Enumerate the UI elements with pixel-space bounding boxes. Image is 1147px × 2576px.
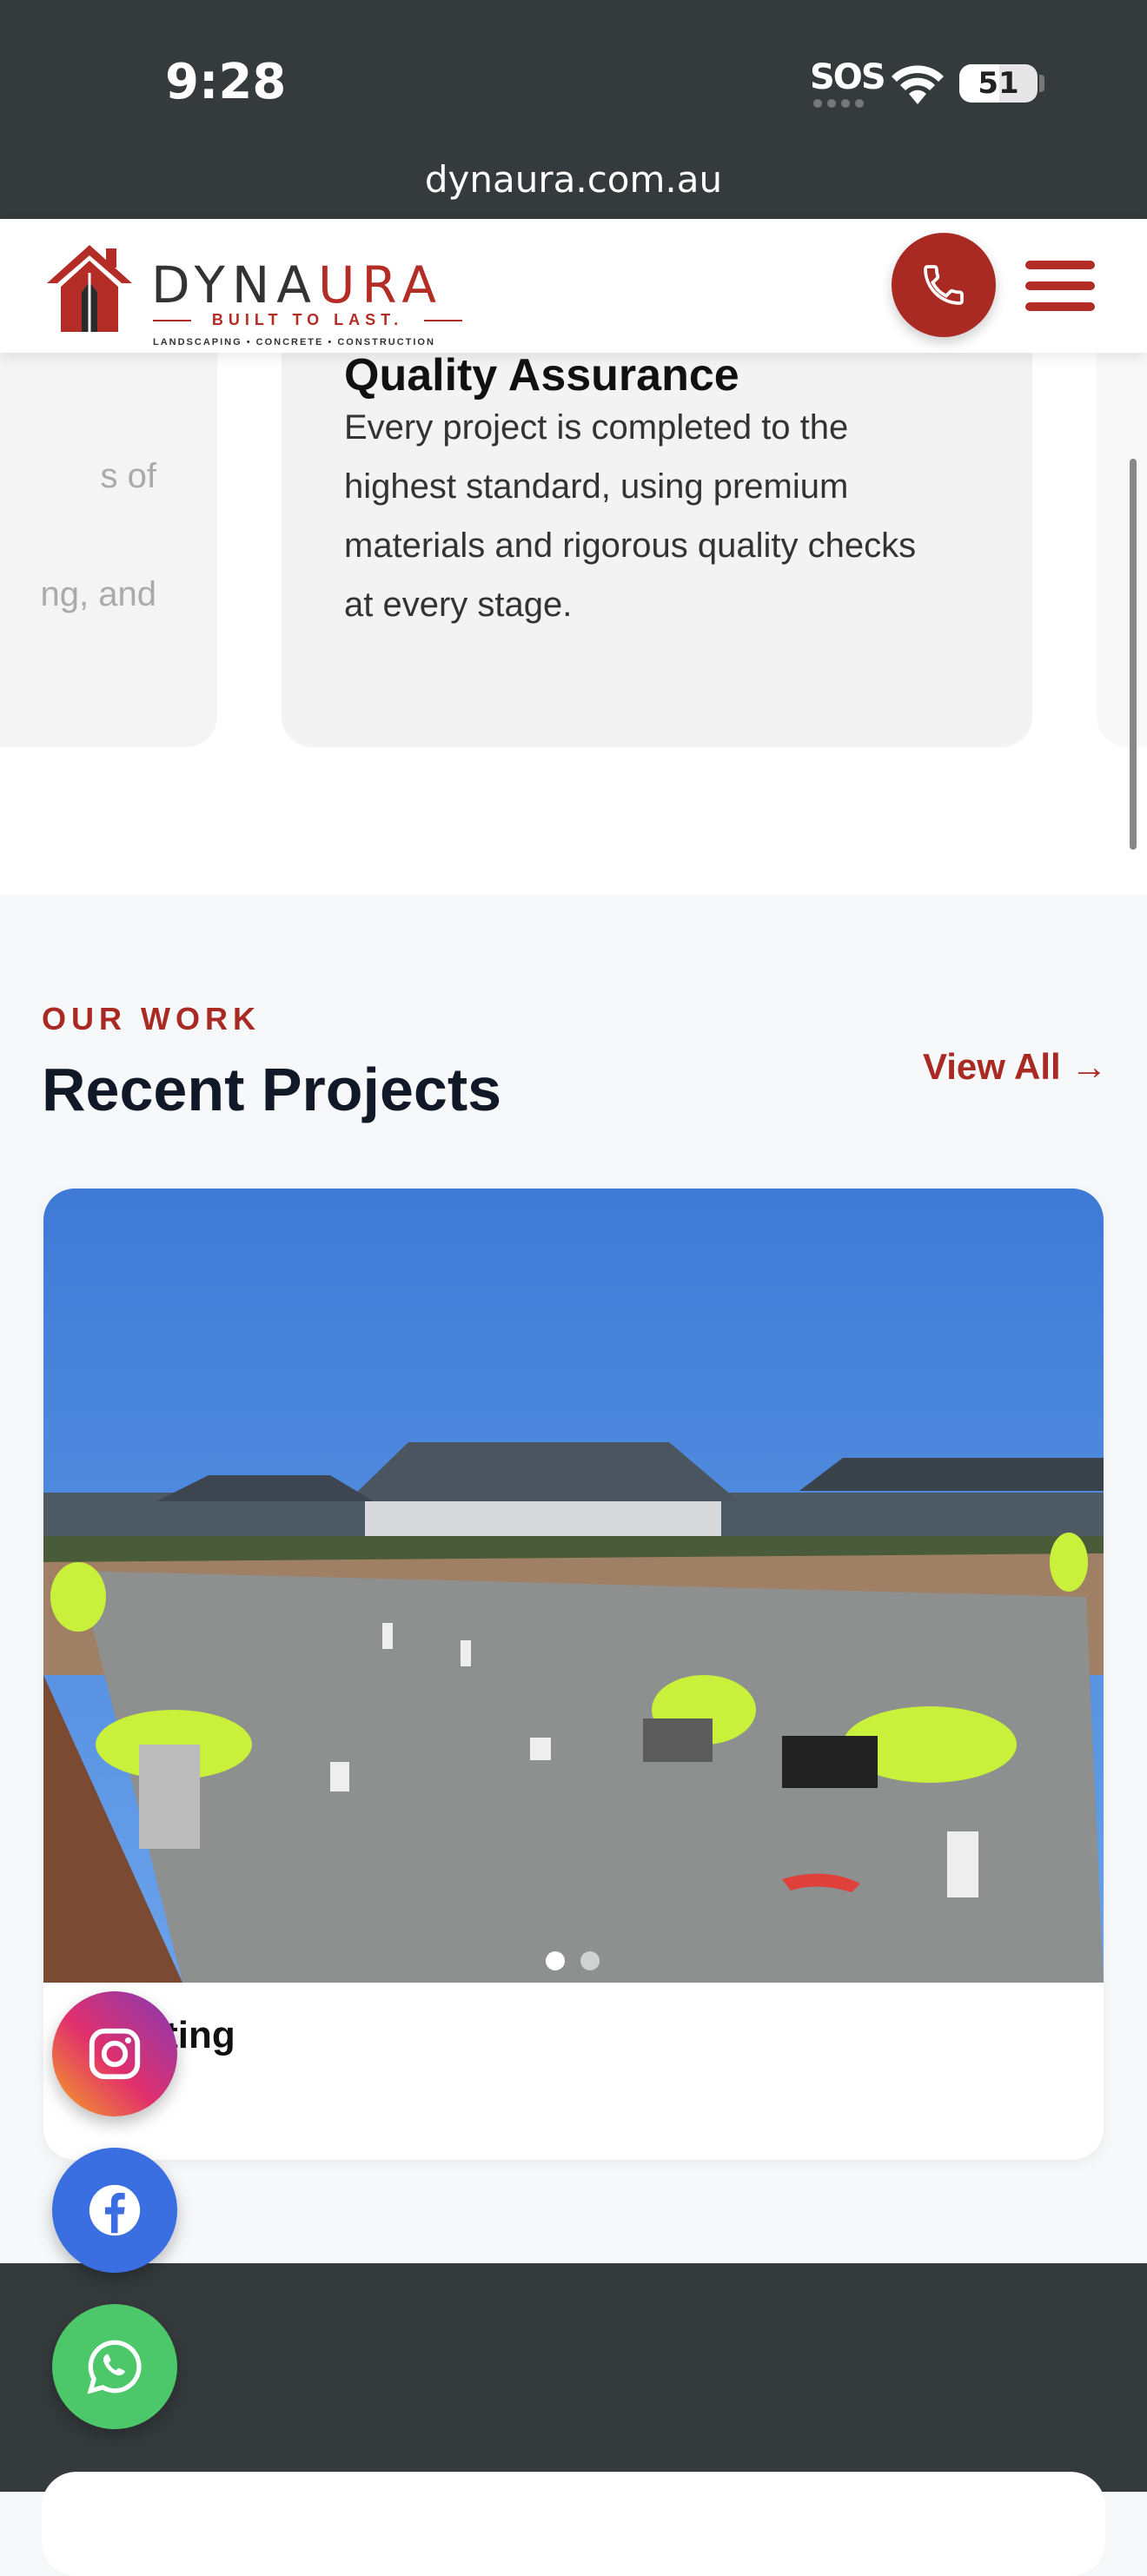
logo-subline: LANDSCAPING • CONCRETE • CONSTRUCTION <box>153 337 435 348</box>
wifi-icon <box>892 65 944 104</box>
site-header: DYNAURA BUILT TO LAST. LANDSCAPING • CON… <box>0 219 1147 353</box>
hamburger-menu-icon <box>1025 261 1095 269</box>
project-card[interactable]: reating wik <box>43 1189 1104 2160</box>
carousel-dot-1[interactable] <box>546 1951 565 1970</box>
section-eyebrow: OUR WORK <box>42 1001 261 1036</box>
feature-card-next[interactable] <box>1097 353 1147 747</box>
house-logo-icon <box>47 245 132 332</box>
feature-card-previous[interactable]: s of ng, and <box>0 353 217 747</box>
battery-indicator: 51 <box>959 64 1038 103</box>
project-photo[interactable] <box>43 1189 1104 1983</box>
whatsapp-icon <box>87 2340 142 2394</box>
hamburger-menu-button[interactable] <box>1025 261 1095 313</box>
feature-card-fragment: s of <box>100 457 156 495</box>
footer-card <box>42 2472 1105 2576</box>
sos-indicator: SOS <box>810 57 886 97</box>
logo-wordmark: DYNAURA <box>151 255 444 315</box>
page-scrollbar[interactable] <box>1130 459 1137 850</box>
url-text: dynaura.com.au <box>424 158 723 201</box>
feature-card-quality-assurance[interactable]: Quality Assurance Every project is compl… <box>282 353 1032 747</box>
facebook-icon <box>89 2184 141 2236</box>
browser-url-bar[interactable]: dynaura.com.au <box>0 156 1147 219</box>
signal-dots <box>813 99 874 108</box>
status-bar: 9:28 SOS 51 <box>0 0 1147 156</box>
carousel-dots <box>546 1951 600 1970</box>
instagram-button[interactable] <box>52 1991 177 2116</box>
carousel-dot-2[interactable] <box>580 1951 600 1970</box>
battery-nub <box>1039 75 1044 92</box>
phone-icon <box>924 265 964 305</box>
view-all-link[interactable]: View All → <box>923 1046 1107 1088</box>
whatsapp-button[interactable] <box>52 2304 177 2429</box>
features-carousel[interactable]: s of ng, and Quality Assurance Every pro… <box>0 353 1147 895</box>
call-button[interactable] <box>892 233 996 337</box>
dynaura-logo[interactable]: DYNAURA BUILT TO LAST. LANDSCAPING • CON… <box>42 236 467 348</box>
facebook-button[interactable] <box>52 2148 177 2273</box>
feature-card-fragment: ng, and <box>40 575 156 613</box>
status-time: 9:28 <box>165 54 287 110</box>
instagram-icon <box>89 2028 141 2080</box>
battery-percent: 51 <box>978 66 1019 101</box>
logo-tagline: BUILT TO LAST. <box>153 311 462 329</box>
feature-card-body: Every project is completed to the highes… <box>344 408 917 624</box>
feature-card-title: Quality Assurance <box>344 353 739 401</box>
section-title: Recent Projects <box>42 1056 502 1123</box>
